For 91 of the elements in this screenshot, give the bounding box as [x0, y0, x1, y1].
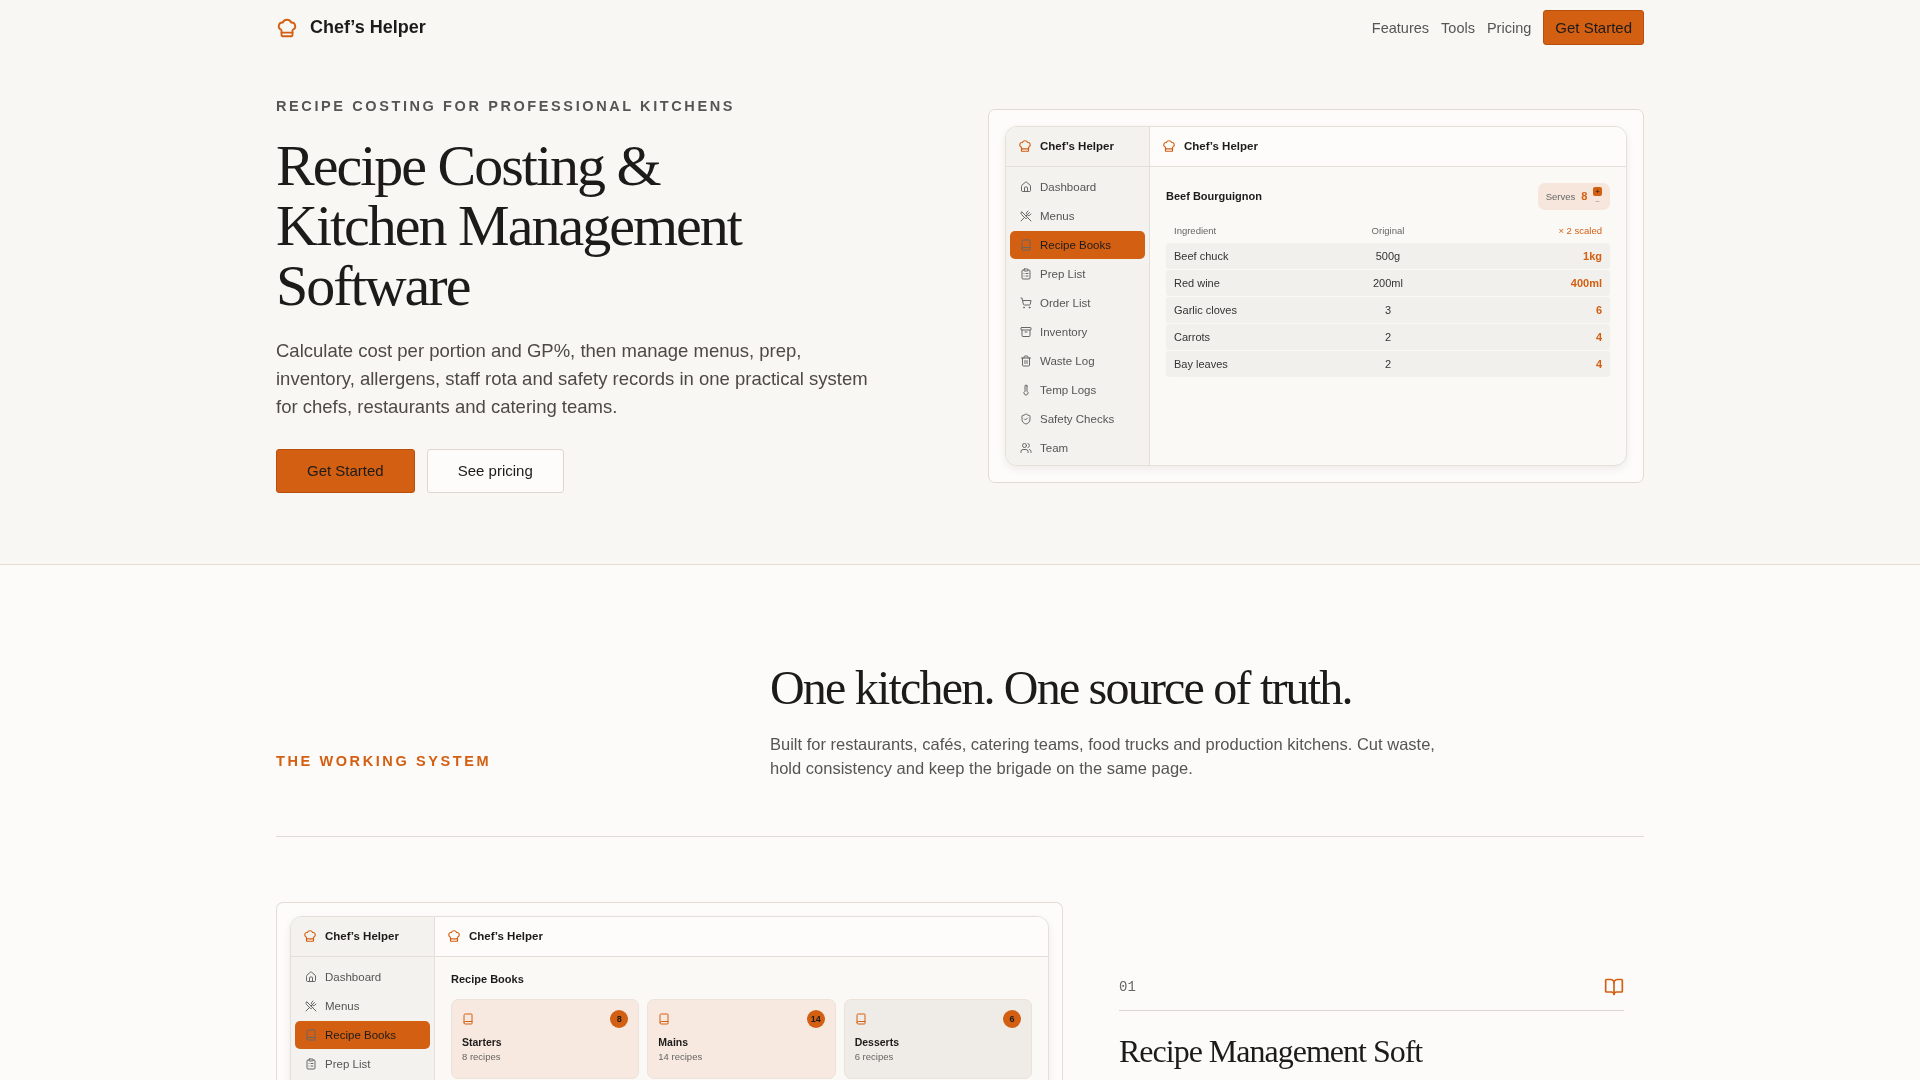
recipe-books-title: Recipe Books	[451, 972, 525, 985]
sidebar-item[interactable]: Dashboard	[295, 962, 430, 991]
brand-name: Chef’s Helper	[310, 17, 426, 38]
sidebar-icon	[305, 1028, 317, 1041]
table-cell-text: 500g	[1374, 249, 1402, 262]
table-cell-text: 4	[1594, 330, 1602, 343]
app-brand: Chef’s Helper	[1184, 140, 1258, 152]
sidebar-icon	[1020, 354, 1032, 367]
book-icon	[854, 1012, 867, 1025]
book-name: Starters	[462, 1035, 503, 1048]
serves-count: 8	[1581, 190, 1588, 202]
recipe-book-card[interactable]: 6 Desserts 6 recipes	[843, 998, 1032, 1079]
table-cell-text: 400ml	[1569, 276, 1602, 289]
sidebar-icon	[1020, 267, 1032, 280]
sidebar-item[interactable]: Team	[1010, 433, 1145, 462]
sidebar-icon	[305, 1057, 317, 1070]
plus-button[interactable]: +	[1593, 186, 1602, 196]
table-cell-text: Beef chuck	[1174, 249, 1230, 262]
sidebar-item[interactable]: Dashboard	[1010, 172, 1145, 201]
section-title: One kitchen. One source of truth.	[770, 660, 1353, 715]
sidebar-icon	[1020, 325, 1032, 338]
chef-hat-icon	[1162, 139, 1176, 153]
book-name: Mains	[658, 1035, 690, 1048]
feature-title: Recipe Management Soft	[1119, 1032, 1424, 1070]
recipe-count: 14 recipes	[658, 1050, 704, 1062]
count-badge: 6	[1003, 1009, 1021, 1028]
sidebar-item[interactable]: Recipe Books	[1010, 230, 1145, 259]
sidebar-icon	[1020, 180, 1032, 193]
section-text: Built for restaurants, cafés, catering teams, food trucks and production kitchens. Cut waste, hold consistency and keep the brigade on the same page.	[770, 734, 1436, 779]
nav-link[interactable]: Pricing	[1486, 19, 1532, 36]
sidebar-icon	[1020, 209, 1032, 222]
sidebar-icon	[1020, 238, 1032, 251]
app-brand: Chef’s Helper	[325, 930, 399, 943]
column-header: Original	[1370, 225, 1406, 236]
recipe-count: 8 recipes	[462, 1050, 502, 1062]
sidebar-item[interactable]: Prep List	[1010, 259, 1145, 288]
sidebar-icon	[1020, 412, 1032, 425]
chef-hat-icon	[447, 929, 461, 944]
table-cell-text: 2	[1383, 357, 1393, 370]
table-cell-text: 6	[1594, 303, 1602, 316]
feature-number: 01	[1119, 978, 1136, 995]
column-header: Ingredient	[1174, 225, 1218, 236]
table-cell-text: 1kg	[1582, 249, 1602, 262]
recipe-count: 6 recipes	[854, 1050, 895, 1062]
table-cell-text: 3	[1383, 303, 1393, 316]
get-started-button[interactable]: Get Started	[276, 448, 415, 493]
nav-link[interactable]: Tools	[1441, 19, 1475, 36]
app-brand: Chef’s Helper	[1040, 140, 1114, 152]
count-badge: 14	[806, 1009, 825, 1028]
table-cell-text: Carrots	[1174, 330, 1212, 343]
sidebar-item[interactable]: Menus	[1010, 201, 1145, 230]
serves-label: Serves	[1545, 190, 1576, 202]
see-pricing-button[interactable]: See pricing	[426, 448, 564, 493]
table-cell-text: Bay leaves	[1174, 357, 1229, 370]
table-cell-text: 2	[1383, 330, 1393, 343]
app-brand: Chef’s Helper	[469, 930, 543, 943]
sidebar-icon	[305, 999, 317, 1012]
chef-hat-icon	[276, 16, 298, 39]
open-book-icon	[1604, 976, 1624, 997]
sidebar-item[interactable]: Order List	[1010, 288, 1145, 317]
sidebar-item[interactable]: Waste Log	[1010, 346, 1145, 375]
sidebar-icon	[305, 970, 317, 983]
hero-lead: Calculate cost per portion and GP%, then manage menus, prep, inventory, allergens, staff rota and safety records in one practical system for chefs, restaurants and catering teams.	[276, 339, 869, 419]
book-icon	[658, 1012, 671, 1025]
sidebar-icon	[1020, 296, 1032, 309]
recipe-book-card[interactable]: 14 Mains 14 recipes	[647, 998, 836, 1079]
sidebar-icon	[1020, 383, 1032, 396]
book-icon	[462, 1012, 474, 1025]
table-cell-text: Garlic cloves	[1174, 303, 1238, 316]
sidebar-item[interactable]: Temp Logs	[1010, 375, 1145, 404]
sidebar-item[interactable]: Inventory	[1010, 317, 1145, 346]
count-badge: 8	[610, 1009, 629, 1028]
get-started-button[interactable]: Get Started	[1543, 10, 1644, 45]
recipe-book-card[interactable]: 8 Starters 8 recipes	[451, 998, 640, 1079]
recipe-name: Beef Bourguignon	[1166, 190, 1262, 202]
section-eyebrow: THE WORKING SYSTEM	[276, 752, 492, 769]
book-name: Desserts	[854, 1035, 901, 1048]
table-cell-text: 4	[1594, 357, 1602, 370]
column-header: × 2 scaled	[1557, 225, 1602, 236]
sidebar-item[interactable]: Prep List	[295, 1049, 430, 1078]
sidebar-item[interactable]: Safety Checks	[1010, 404, 1145, 433]
chef-hat-icon	[303, 929, 317, 944]
table-cell-text: 200ml	[1372, 276, 1404, 289]
sidebar-item[interactable]: Menus	[295, 991, 430, 1020]
sidebar-item[interactable]: Recipe Books	[295, 1020, 430, 1049]
hero-title: Recipe Costing & Kitchen Management Software	[276, 136, 743, 316]
chef-hat-icon	[1018, 139, 1032, 153]
hero-eyebrow: RECIPE COSTING FOR PROFESSIONAL KITCHENS	[276, 98, 737, 115]
sidebar-icon	[1020, 441, 1032, 454]
table-cell-text: Red wine	[1174, 276, 1221, 289]
nav-link[interactable]: Features	[1371, 19, 1430, 36]
